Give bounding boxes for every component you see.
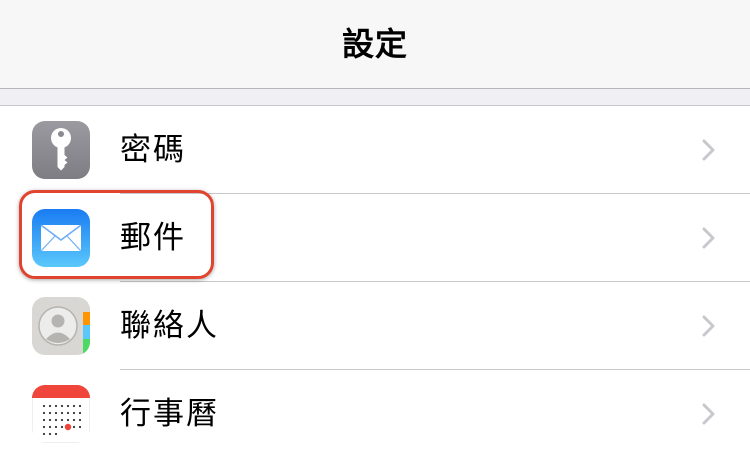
chevron-right-icon [702, 139, 715, 161]
settings-row-calendar[interactable]: 行事曆 [0, 370, 750, 453]
settings-screen: 設定 密碼 郵件 聯絡人 行事曆 [0, 0, 750, 453]
calendar-icon [32, 385, 90, 443]
mail-highlight-annotation [19, 190, 214, 279]
row-label-contacts: 聯絡人 [120, 308, 219, 344]
row-label-passwords: 密碼 [120, 132, 186, 168]
chevron-right-icon [702, 315, 715, 337]
contacts-icon [32, 297, 90, 355]
navigation-bar: 設定 [0, 0, 750, 89]
settings-row-contacts[interactable]: 聯絡人 [0, 282, 750, 370]
row-label-calendar: 行事曆 [120, 396, 219, 432]
settings-row-passwords[interactable]: 密碼 [0, 106, 750, 194]
page-title: 設定 [341, 25, 408, 63]
key-icon [32, 121, 90, 179]
chevron-right-icon [702, 227, 715, 249]
settings-list: 密碼 郵件 聯絡人 行事曆 [0, 105, 750, 453]
chevron-right-icon [702, 403, 715, 425]
